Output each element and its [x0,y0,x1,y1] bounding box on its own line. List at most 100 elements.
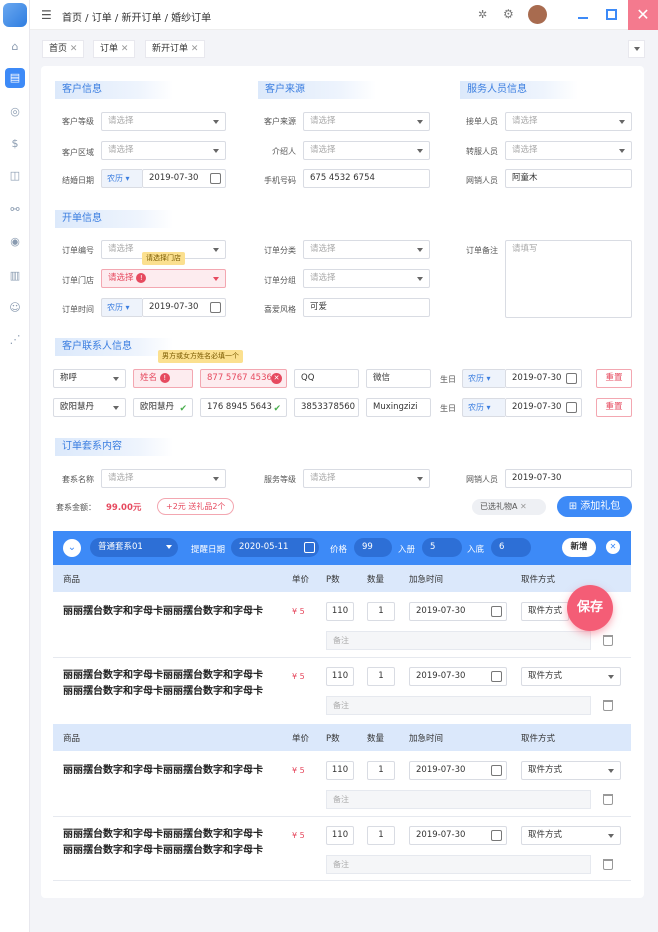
order-lunar-select[interactable]: 农历 ▾ [101,298,142,317]
reset-button[interactable]: 重置 [596,369,632,388]
service-level-select[interactable]: 请选择 [303,469,430,488]
trash-icon[interactable] [603,859,613,870]
contact-phone-input[interactable]: 877 5767 4536 ✕ [200,369,287,388]
tab-orders[interactable]: 订单 ✕ [93,40,136,58]
note-input[interactable]: 备注 [326,790,591,809]
wedding-lunar-select[interactable]: 农历 ▾ [101,169,142,188]
order-group-select[interactable]: 请选择 [303,269,430,288]
label-package-name: 套系名称 [62,475,94,484]
referrer-select[interactable]: 请选择 [303,141,430,160]
avatar[interactable] [528,5,547,24]
birthday-input[interactable]: 2019-07-30 [505,369,582,388]
base-input[interactable]: 6 [491,538,531,557]
package-online-input[interactable]: 2019-07-30 [505,469,632,488]
tabs-dropdown[interactable] [628,40,645,58]
reset-button-2[interactable]: 重置 [596,398,632,417]
birthday-lunar-select-2[interactable]: 农历 ▾ [462,398,505,417]
order-category-select[interactable]: 请选择 [303,240,430,259]
tab-home[interactable]: 首页 ✕ [42,40,85,58]
chart-icon[interactable]: ▥ [5,266,25,286]
customer-source-select[interactable]: 请选择 [303,112,430,131]
album-input[interactable]: 5 [422,538,462,557]
qty-input[interactable]: 1 [367,667,395,686]
pickup-select[interactable]: 取件方式 [521,602,569,621]
order-icon[interactable]: ▤ [5,68,25,88]
minimize-icon[interactable] [578,17,588,19]
share-icon[interactable]: ⚯ [5,200,25,220]
style-input[interactable]: 可爱 [303,298,430,317]
camera-icon[interactable]: ◫ [5,166,25,186]
note-input[interactable]: 备注 [326,855,591,874]
customer-region-select[interactable]: 请选择 [101,141,226,160]
smile-icon[interactable]: ☺ [5,298,25,318]
online-staff-input[interactable]: 阿童木 [505,169,632,188]
p-count-input[interactable]: 110 [326,667,354,686]
contact-qq-input[interactable]: QQ [294,369,359,388]
selected-gift-tag[interactable]: 已选礼物A ✕ [472,499,546,515]
menu-toggle-icon[interactable]: ☰ [41,8,52,22]
pickup-select[interactable]: 取件方式 [521,826,621,845]
calendar-icon [210,173,221,184]
fullscreen-icon[interactable] [606,9,617,20]
pickup-select[interactable]: 取件方式 [521,761,621,780]
package-name-select[interactable]: 请选择 [101,469,226,488]
price-input[interactable]: 99 [354,538,392,557]
wedding-date-input[interactable]: 2019-07-30 [142,169,226,188]
birthday-input-2[interactable]: 2019-07-30 [505,398,582,417]
label-package-amount: 套系金额： [56,503,96,512]
remove-package-icon[interactable]: ✕ [606,540,620,554]
contact-phone-input-2[interactable]: 176 8945 5643 ✔ [200,398,287,417]
collapse-icon[interactable]: ⌄ [63,539,81,557]
pickup-select[interactable]: 取件方式 [521,667,621,686]
birthday-lunar-select[interactable]: 农历 ▾ [462,369,505,388]
label-customer-level: 客户等级 [62,117,94,126]
qty-input[interactable]: 1 [367,761,395,780]
transfer-select[interactable]: 请选择 [505,141,632,160]
contact-wechat-input[interactable]: 微信 [366,369,431,388]
p-count-input[interactable]: 110 [326,761,354,780]
trash-icon[interactable] [603,700,613,711]
order-remark-textarea[interactable]: 请填写 [505,240,632,318]
gift-info-badge[interactable]: +2元 送礼品2个 [157,498,235,515]
phone-input[interactable]: 675 4532 6754 [303,169,430,188]
contact-wechat-input-2[interactable]: Muxingzizi [366,398,431,417]
clear-icon[interactable]: ✕ [271,373,282,384]
note-input[interactable]: 备注 [326,631,591,650]
home-icon[interactable]: ⌂ [5,37,25,57]
qty-input[interactable]: 1 [367,602,395,621]
urgent-date-input[interactable]: 2019-07-30 [409,667,507,686]
nodes-icon[interactable]: ⋰ [5,330,25,350]
urgent-date-input[interactable]: 2019-07-30 [409,826,507,845]
dollar-icon[interactable]: $ [5,134,25,154]
order-time-input[interactable]: 2019-07-30 [142,298,226,317]
contact-name-input-2[interactable]: 欧阳慧丹 ✔ [133,398,193,417]
urgent-date-input[interactable]: 2019-07-30 [409,602,507,621]
trash-icon[interactable] [603,794,613,805]
customer-level-select[interactable]: 请选择 [101,112,226,131]
p-count-input[interactable]: 110 [326,826,354,845]
add-gift-button[interactable]: ⊞ 添加礼包 [557,496,632,517]
fingerprint-icon[interactable]: ◉ [5,232,25,252]
close-icon[interactable]: ✕ [628,0,658,30]
trash-icon[interactable] [603,635,613,646]
package-type-select[interactable]: 普通套系01 [90,538,178,557]
contact-name-input[interactable]: 姓名 ! [133,369,193,388]
qty-input[interactable]: 1 [367,826,395,845]
save-button[interactable]: 保存 [567,585,613,631]
p-count-input[interactable]: 110 [326,602,354,621]
label-receiver: 接单人员 [466,117,498,126]
bug-icon[interactable]: ✲ [478,8,487,21]
remind-date-input[interactable]: 2020-05-11 [231,538,319,557]
receiver-select[interactable]: 请选择 [505,112,632,131]
contact-tooltip: 男方或女方姓名必填一个 [158,350,243,363]
tab-new-order[interactable]: 新开订单 ✕ [145,40,206,58]
add-package-button[interactable]: 新增 [562,538,596,557]
contact-title-select[interactable]: 称呼 [53,369,126,388]
target-icon[interactable]: ◎ [5,102,25,122]
order-store-select[interactable]: 请选择 ! [101,269,226,288]
contact-title-select-2[interactable]: 欧阳慧丹 [53,398,126,417]
urgent-date-input[interactable]: 2019-07-30 [409,761,507,780]
gear-icon[interactable]: ⚙ [503,7,514,21]
note-input[interactable]: 备注 [326,696,591,715]
contact-qq-input-2[interactable]: 3853378560 [294,398,359,417]
